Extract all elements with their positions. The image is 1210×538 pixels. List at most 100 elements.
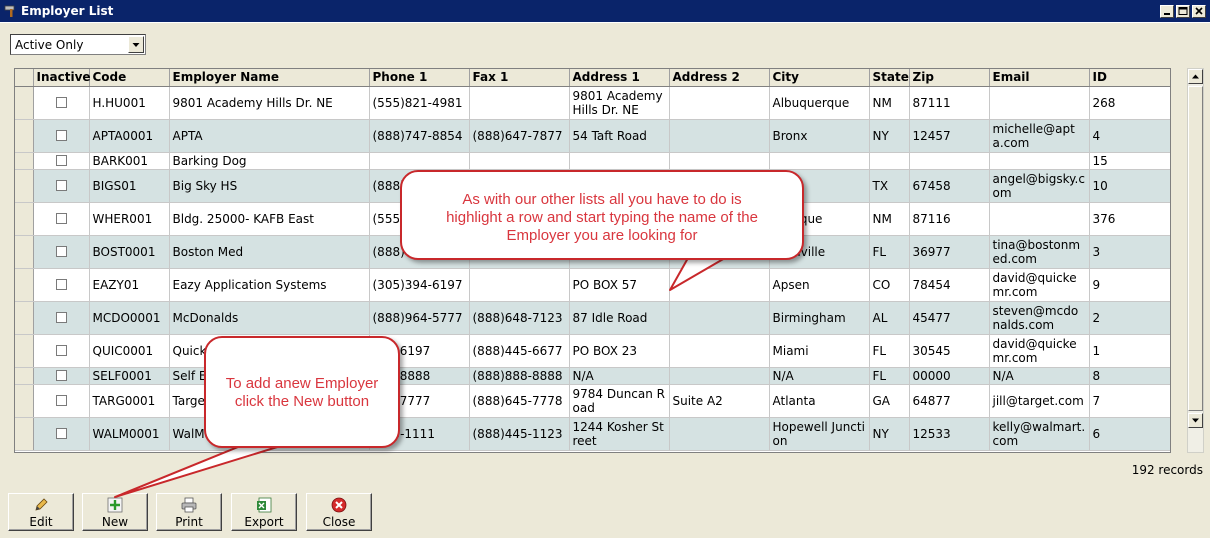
edit-button[interactable]: Edit bbox=[8, 493, 74, 531]
column-header-fax1[interactable]: Fax 1 bbox=[469, 69, 570, 87]
cell-zip[interactable] bbox=[909, 152, 990, 170]
cell-code[interactable]: EAZY01 bbox=[89, 268, 170, 302]
cell-employer-name[interactable]: Barking Dog bbox=[169, 152, 370, 170]
inactive-checkbox[interactable] bbox=[55, 370, 67, 381]
cell-address1[interactable]: 9801 Academy Hills Dr. NE bbox=[569, 86, 670, 120]
cell-fax1[interactable]: (888)445-1123 bbox=[469, 417, 570, 451]
cell-email[interactable] bbox=[989, 202, 1090, 236]
cell-state[interactable]: NY bbox=[869, 417, 910, 451]
cell-zip[interactable]: 87111 bbox=[909, 86, 990, 120]
cell-phone1[interactable] bbox=[369, 152, 470, 170]
cell-id[interactable]: 15 bbox=[1089, 152, 1170, 170]
cell-code[interactable]: WALM0001 bbox=[89, 417, 170, 451]
cell-address1[interactable] bbox=[569, 152, 670, 170]
table-row[interactable]: BARK001 Barking Dog 15 bbox=[15, 152, 1170, 170]
cell-address2[interactable] bbox=[669, 152, 770, 170]
column-header-code[interactable]: Code bbox=[89, 69, 170, 87]
cell-employer-name[interactable]: Bldg. 25000- KAFB East bbox=[169, 202, 370, 236]
scroll-up-button[interactable] bbox=[1188, 69, 1203, 84]
maximize-button[interactable] bbox=[1176, 5, 1190, 18]
cell-city[interactable]: N/A bbox=[769, 367, 870, 385]
column-header-zip[interactable]: Zip bbox=[909, 69, 990, 87]
cell-city[interactable]: Atlanta bbox=[769, 384, 870, 418]
cell-address1[interactable]: 87 Idle Road bbox=[569, 301, 670, 335]
cell-zip[interactable]: 30545 bbox=[909, 334, 990, 368]
cell-address1[interactable]: 1244 Kosher Street bbox=[569, 417, 670, 451]
cell-phone1[interactable]: (305)394-6197 bbox=[369, 268, 470, 302]
cell-state[interactable]: NY bbox=[869, 119, 910, 153]
inactive-checkbox[interactable] bbox=[55, 130, 67, 141]
cell-city[interactable]: Bronx bbox=[769, 119, 870, 153]
dropdown-button[interactable] bbox=[128, 36, 144, 53]
cell-phone1[interactable]: (555)821-4981 bbox=[369, 86, 470, 120]
cell-fax1[interactable]: (888)648-7123 bbox=[469, 301, 570, 335]
inactive-checkbox[interactable] bbox=[55, 246, 67, 257]
inactive-checkbox[interactable] bbox=[55, 312, 67, 323]
cell-email[interactable] bbox=[989, 152, 1090, 170]
cell-code[interactable]: BIGS01 bbox=[89, 169, 170, 203]
cell-id[interactable]: 3 bbox=[1089, 235, 1170, 269]
inactive-checkbox[interactable] bbox=[55, 97, 67, 108]
row-selector[interactable] bbox=[15, 417, 34, 451]
close-button[interactable]: Close bbox=[306, 493, 372, 531]
cell-zip[interactable]: 12457 bbox=[909, 119, 990, 153]
row-selector[interactable] bbox=[15, 202, 34, 236]
table-row[interactable]: MCDO0001 McDonalds (888)964-5777 (888)648-7… bbox=[15, 301, 1170, 335]
new-button[interactable]: New bbox=[82, 493, 148, 531]
cell-address2[interactable] bbox=[669, 417, 770, 451]
cell-city[interactable]: Miami bbox=[769, 334, 870, 368]
table-row[interactable]: WALM0001 WalMa)445-1111 (888)445-1123 1244 … bbox=[15, 417, 1170, 451]
cell-address1[interactable]: 54 Taft Road bbox=[569, 119, 670, 153]
cell-fax1[interactable]: (888)647-7877 bbox=[469, 119, 570, 153]
cell-city[interactable]: Albuquerque bbox=[769, 86, 870, 120]
cell-state[interactable]: AL bbox=[869, 301, 910, 335]
cell-phone1[interactable]: (888)747-8854 bbox=[369, 119, 470, 153]
cell-employer-name[interactable]: 9801 Academy Hills Dr. NE bbox=[169, 86, 370, 120]
cell-fax1[interactable]: (888)888-8888 bbox=[469, 367, 570, 385]
inactive-checkbox[interactable] bbox=[55, 345, 67, 356]
table-row[interactable]: H.HU001 9801 Academy Hills Dr. NE (555)821… bbox=[15, 86, 1170, 120]
cell-fax1[interactable]: (888)645-7778 bbox=[469, 384, 570, 418]
cell-fax1[interactable] bbox=[469, 86, 570, 120]
column-header-inactive[interactable]: Inactive bbox=[33, 69, 91, 87]
cell-address2[interactable] bbox=[669, 119, 770, 153]
cell-state[interactable]: FL bbox=[869, 367, 910, 385]
row-selector[interactable] bbox=[15, 152, 34, 170]
column-header-employer-name[interactable]: Employer Name bbox=[169, 69, 370, 87]
cell-id[interactable]: 376 bbox=[1089, 202, 1170, 236]
cell-city[interactable]: Birmingham bbox=[769, 301, 870, 335]
cell-fax1[interactable] bbox=[469, 268, 570, 302]
cell-zip[interactable]: 78454 bbox=[909, 268, 990, 302]
row-selector[interactable] bbox=[15, 334, 34, 368]
cell-fax1[interactable] bbox=[469, 152, 570, 170]
table-row[interactable]: SELF0001 Self E 888-8888 (888)888-8888 N/A N/… bbox=[15, 367, 1170, 385]
cell-employer-name[interactable]: Eazy Application Systems bbox=[169, 268, 370, 302]
cell-id[interactable]: 10 bbox=[1089, 169, 1170, 203]
cell-address2[interactable] bbox=[669, 86, 770, 120]
cell-id[interactable]: 4 bbox=[1089, 119, 1170, 153]
column-header-id[interactable]: ID bbox=[1089, 69, 1170, 87]
cell-zip[interactable]: 64877 bbox=[909, 384, 990, 418]
row-selector[interactable] bbox=[15, 301, 34, 335]
scrollbar-thumb[interactable] bbox=[1188, 86, 1203, 411]
row-selector[interactable] bbox=[15, 169, 34, 203]
cell-code[interactable]: MCDO0001 bbox=[89, 301, 170, 335]
row-selector[interactable] bbox=[15, 367, 34, 385]
cell-code[interactable]: BOST0001 bbox=[89, 235, 170, 269]
cell-email[interactable]: kelly@walmart.com bbox=[989, 417, 1090, 451]
cell-address2[interactable]: Suite A2 bbox=[669, 384, 770, 418]
cell-code[interactable]: QUIC0001 bbox=[89, 334, 170, 368]
cell-email[interactable]: jill@target.com bbox=[989, 384, 1090, 418]
row-selector[interactable] bbox=[15, 384, 34, 418]
cell-address2[interactable] bbox=[669, 334, 770, 368]
inactive-checkbox[interactable] bbox=[55, 428, 67, 439]
table-row[interactable]: TARG0001 Targe 645-7777 (888)645-7778 9784 D… bbox=[15, 384, 1170, 418]
status-filter-select[interactable]: Active Only bbox=[10, 34, 146, 55]
cell-email[interactable]: david@quickemr.com bbox=[989, 334, 1090, 368]
column-header-city[interactable]: City bbox=[769, 69, 870, 87]
inactive-checkbox[interactable] bbox=[55, 395, 67, 406]
cell-email[interactable] bbox=[989, 86, 1090, 120]
table-row[interactable]: APTA0001 APTA (888)747-8854 (888)647-7877 54… bbox=[15, 119, 1170, 153]
cell-id[interactable]: 6 bbox=[1089, 417, 1170, 451]
cell-code[interactable]: APTA0001 bbox=[89, 119, 170, 153]
